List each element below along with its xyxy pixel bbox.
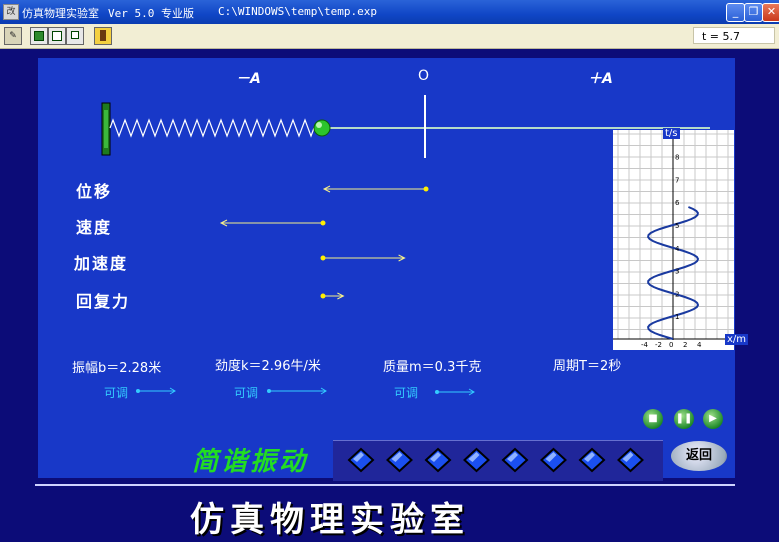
gem-row: [347, 447, 644, 473]
return-button[interactable]: 返回: [671, 441, 727, 471]
experiment-title: 简谐振动: [192, 447, 309, 477]
app-banner: 仿真物理实验室: [190, 500, 470, 540]
footer-divider: [35, 484, 735, 486]
